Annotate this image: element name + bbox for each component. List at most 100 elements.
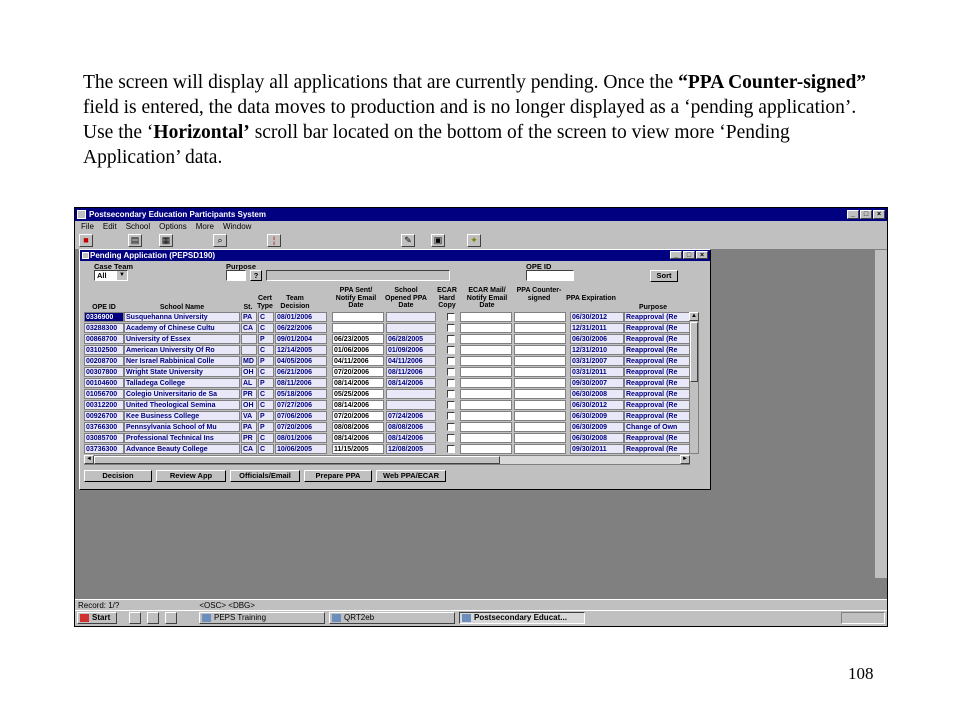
cell-cert[interactable]: C: [258, 400, 274, 410]
search-doc-icon[interactable]: ⌕: [213, 234, 227, 247]
decision-button[interactable]: Decision: [84, 470, 152, 482]
cell-mail[interactable]: [460, 312, 512, 322]
cell-st[interactable]: MD: [241, 356, 257, 366]
menu-edit[interactable]: Edit: [103, 221, 117, 232]
cell-exp[interactable]: 06/30/2012: [570, 312, 624, 322]
ecar-hard-copy-checkbox[interactable]: [447, 401, 455, 409]
cell-team[interactable]: 07/20/2006: [275, 422, 327, 432]
cell-opened[interactable]: 08/14/2006: [386, 378, 436, 388]
cell-ope[interactable]: 00868700: [84, 334, 124, 344]
cell-exp[interactable]: 12/31/2011: [570, 323, 624, 333]
cell-opened[interactable]: 06/28/2005: [386, 334, 436, 344]
cell-sent[interactable]: 08/14/2006: [332, 433, 384, 443]
browser-icon[interactable]: [147, 612, 159, 624]
exit-door-icon[interactable]: ■: [79, 234, 93, 247]
cell-mail[interactable]: [460, 400, 512, 410]
cell-ope[interactable]: 00312200: [84, 400, 124, 410]
officials-email-button[interactable]: Officials/Email: [230, 470, 300, 482]
cell-purpose[interactable]: Reapproval (Re: [624, 389, 690, 399]
ecar-hard-copy-checkbox[interactable]: [447, 357, 455, 365]
prepare-ppa-button[interactable]: Prepare PPA: [304, 470, 372, 482]
cell-ope[interactable]: 00208700: [84, 356, 124, 366]
cell-st[interactable]: VA: [241, 411, 257, 421]
cell-opened[interactable]: [386, 389, 436, 399]
cell-st[interactable]: [241, 345, 257, 355]
task-qrt2eb[interactable]: QRT2eb: [329, 612, 455, 624]
cell-exp[interactable]: 12/31/2010: [570, 345, 624, 355]
cell-mail[interactable]: [460, 378, 512, 388]
cell-team[interactable]: 08/01/2006: [275, 433, 327, 443]
cell-cert[interactable]: P: [258, 334, 274, 344]
cell-team[interactable]: 07/06/2006: [275, 411, 327, 421]
cell-mail[interactable]: [460, 323, 512, 333]
cell-purpose[interactable]: Reapproval (Re: [624, 345, 690, 355]
main-title-bar[interactable]: Postsecondary Education Participants Sys…: [75, 208, 887, 221]
cell-exp[interactable]: 06/30/2012: [570, 400, 624, 410]
lookup-question-icon[interactable]: ?: [250, 270, 262, 281]
menu-school[interactable]: School: [126, 221, 150, 232]
cell-counter[interactable]: [514, 411, 566, 421]
purpose-code-input[interactable]: [226, 270, 246, 281]
cell-counter[interactable]: [514, 422, 566, 432]
cell-ope[interactable]: 03288300: [84, 323, 124, 333]
cell-purpose[interactable]: Reapproval (Re: [624, 400, 690, 410]
cell-exp[interactable]: 06/30/2008: [570, 389, 624, 399]
cell-exp[interactable]: 06/30/2006: [570, 334, 624, 344]
cell-st[interactable]: OH: [241, 367, 257, 377]
cell-opened[interactable]: 12/08/2005: [386, 444, 436, 454]
cell-st[interactable]: PR: [241, 389, 257, 399]
cell-team[interactable]: 09/01/2004: [275, 334, 327, 344]
cell-name[interactable]: Colegio Universitario de Sa: [124, 389, 240, 399]
review-app-button[interactable]: Review App: [156, 470, 226, 482]
cell-team[interactable]: 10/06/2005: [275, 444, 327, 454]
cell-mail[interactable]: [460, 411, 512, 421]
minimize-icon[interactable]: _: [847, 210, 859, 219]
cell-purpose[interactable]: Reapproval (Re: [624, 367, 690, 377]
scroll-up-icon[interactable]: ▲: [689, 312, 699, 321]
scroll-right-icon[interactable]: ►: [680, 455, 690, 464]
cell-team[interactable]: 12/14/2005: [275, 345, 327, 355]
cell-team[interactable]: 05/18/2006: [275, 389, 327, 399]
ecar-hard-copy-checkbox[interactable]: [447, 335, 455, 343]
cell-mail[interactable]: [460, 433, 512, 443]
cell-sent[interactable]: 07/20/2006: [332, 367, 384, 377]
cell-team[interactable]: 08/01/2006: [275, 312, 327, 322]
cell-mail[interactable]: [460, 345, 512, 355]
case-team-select[interactable]: All ▼: [94, 270, 128, 281]
cell-team[interactable]: 06/21/2006: [275, 367, 327, 377]
grid-vertical-scrollbar[interactable]: ▲: [689, 312, 699, 454]
cell-purpose[interactable]: Change of Own: [624, 422, 690, 432]
cell-exp[interactable]: 09/30/2011: [570, 444, 624, 454]
cell-name[interactable]: Susquehanna University: [124, 312, 240, 322]
cell-counter[interactable]: [514, 323, 566, 333]
cell-exp[interactable]: 06/30/2008: [570, 433, 624, 443]
grid-horizontal-scrollbar[interactable]: ◄ ►: [84, 455, 690, 465]
cell-sent[interactable]: 11/15/2005: [332, 444, 384, 454]
tools-icon[interactable]: ¦: [267, 234, 281, 247]
cell-counter[interactable]: [514, 400, 566, 410]
cell-ope[interactable]: 03085700: [84, 433, 124, 443]
notes-icon[interactable]: ▣: [431, 234, 445, 247]
cell-st[interactable]: OH: [241, 400, 257, 410]
cell-name[interactable]: Wright State University: [124, 367, 240, 377]
cell-cert[interactable]: P: [258, 422, 274, 432]
ecar-hard-copy-checkbox[interactable]: [447, 324, 455, 332]
cell-name[interactable]: United Theological Semina: [124, 400, 240, 410]
edit-pencil-icon[interactable]: ✎: [401, 234, 415, 247]
cell-sent[interactable]: 08/08/2006: [332, 422, 384, 432]
cell-opened[interactable]: 01/09/2006: [386, 345, 436, 355]
dialog-title-bar[interactable]: Pending Application (PEPSD190) _ □ ×: [80, 250, 710, 261]
task-postsecondary[interactable]: Postsecondary Educat...: [459, 612, 585, 624]
ecar-hard-copy-checkbox[interactable]: [447, 445, 455, 453]
cell-sent[interactable]: 06/23/2005: [332, 334, 384, 344]
cell-purpose[interactable]: Reapproval (Re: [624, 323, 690, 333]
cell-name[interactable]: American University Of Ro: [124, 345, 240, 355]
highlight-icon[interactable]: ✦: [467, 234, 481, 247]
cell-ope[interactable]: 03102500: [84, 345, 124, 355]
cell-counter[interactable]: [514, 356, 566, 366]
cell-counter[interactable]: [514, 367, 566, 377]
cell-purpose[interactable]: Reapproval (Re: [624, 312, 690, 322]
cell-purpose[interactable]: Reapproval (Re: [624, 378, 690, 388]
cell-exp[interactable]: 09/30/2007: [570, 378, 624, 388]
cell-sent[interactable]: [332, 312, 384, 322]
